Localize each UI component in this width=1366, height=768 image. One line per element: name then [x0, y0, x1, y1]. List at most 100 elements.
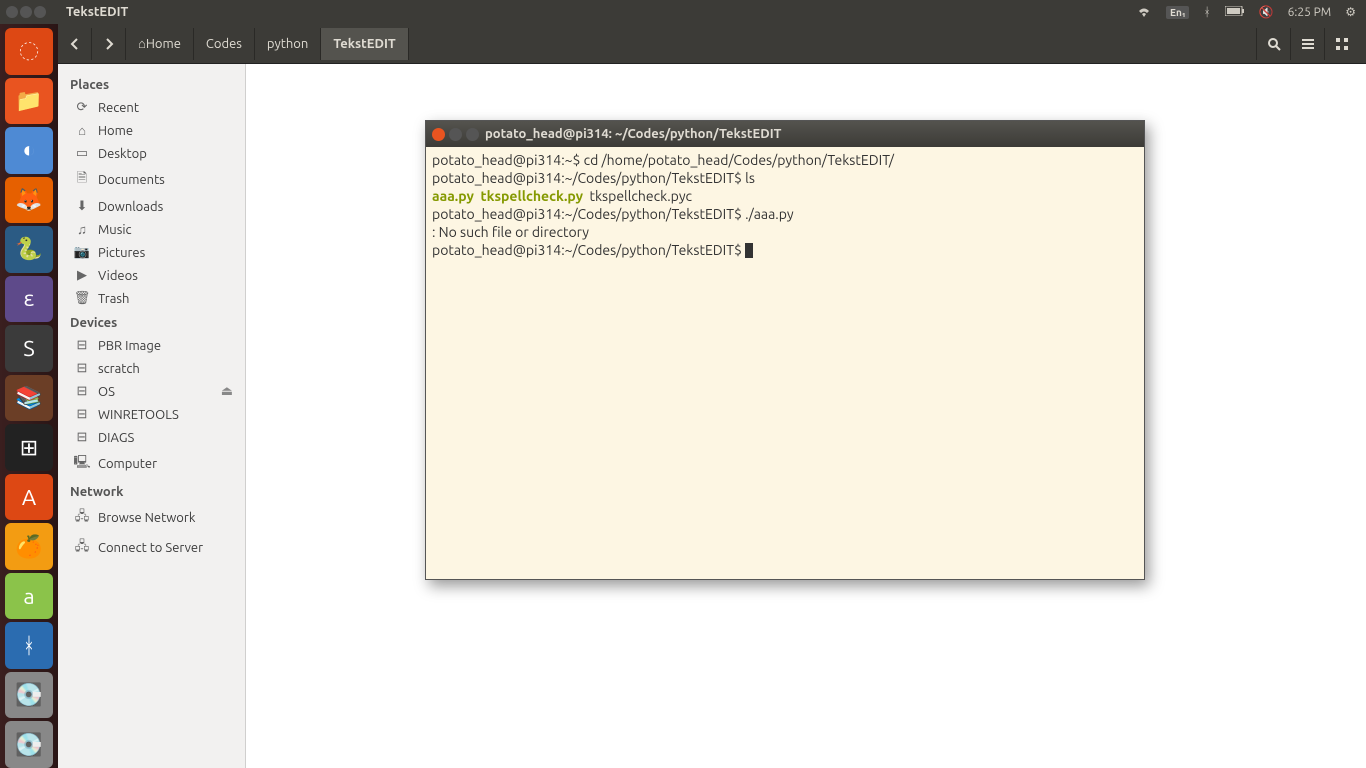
view-list-button[interactable] — [1290, 28, 1324, 60]
device-os[interactable]: ⊟OS⏏ — [58, 380, 245, 403]
volume-icon[interactable]: 🔇 — [1259, 5, 1274, 19]
home-icon: ⌂ — [138, 36, 146, 51]
sidebar-item-label: Pictures — [98, 246, 145, 260]
network-header: Network — [58, 479, 245, 503]
place-trash[interactable]: 🗑 Trash — [58, 287, 245, 310]
device-diags[interactable]: ⊟DIAGS — [58, 426, 245, 449]
unity-launcher: ◌📁◐🦊🐍εS📚⊞A🍊aᚼ💽💽 — [0, 24, 58, 768]
network-icon: 🖧 — [74, 537, 90, 559]
device-icon: ⊟ — [74, 384, 90, 399]
place-icon: ♫ — [74, 222, 90, 237]
place-music[interactable]: ♫ Music — [58, 218, 245, 241]
eject-icon[interactable]: ⏏ — [221, 384, 233, 399]
terminal-line: potato_head@pi314:~/Codes/python/TekstED… — [432, 169, 1138, 187]
view-grid-button[interactable] — [1324, 28, 1358, 60]
terminal-cursor — [745, 243, 753, 258]
place-icon: 🗑 — [74, 291, 90, 306]
launcher-drive1[interactable]: 💽 — [5, 672, 53, 719]
sidebar-item-label: DIAGS — [98, 431, 134, 445]
wifi-icon[interactable] — [1136, 5, 1152, 20]
sidebar-item-label: PBR Image — [98, 339, 161, 353]
place-documents[interactable]: 🗎Documents — [58, 165, 245, 195]
window-controls[interactable] — [6, 6, 46, 18]
launcher-drive2[interactable]: 💽 — [5, 721, 53, 768]
launcher-app[interactable]: a — [5, 573, 53, 620]
sidebar-item-label: scratch — [98, 362, 140, 376]
maximize-icon[interactable] — [34, 6, 46, 18]
launcher-windows[interactable]: ⊞ — [5, 424, 53, 471]
gear-icon[interactable]: ⚙ — [1345, 5, 1356, 19]
device-computer[interactable]: 🖳 Computer — [58, 449, 245, 479]
sidebar-item-label: Music — [98, 223, 132, 237]
files-sidebar: Places ⟳Recent⌂Home▭Desktop🗎Documents⬇Do… — [58, 64, 246, 768]
network-connect-to-server[interactable]: 🖧 Connect to Server — [58, 533, 245, 563]
breadcrumb-python[interactable]: python — [255, 28, 321, 60]
bluetooth-icon[interactable]: ᚼ — [1203, 6, 1210, 19]
terminal-close-icon[interactable] — [432, 128, 445, 141]
terminal-line: potato_head@pi314:~/Codes/python/TekstED… — [432, 205, 1138, 223]
place-icon: 🗎 — [74, 169, 90, 191]
close-icon[interactable] — [6, 6, 18, 18]
app-title: TekstEDIT — [66, 5, 128, 19]
place-desktop[interactable]: ▭Desktop — [58, 142, 245, 165]
place-icon: ⟳ — [74, 100, 90, 115]
place-videos[interactable]: ▶ Videos — [58, 264, 245, 287]
minimize-icon[interactable] — [20, 6, 32, 18]
sidebar-item-label: Computer — [98, 457, 157, 471]
sidebar-item-label: Downloads — [98, 200, 163, 214]
launcher-chromium[interactable]: ◐ — [5, 127, 53, 174]
device-scratch[interactable]: ⊟scratch — [58, 357, 245, 380]
forward-button[interactable] — [92, 28, 126, 60]
launcher-software[interactable]: A — [5, 474, 53, 521]
launcher-books[interactable]: 📚 — [5, 375, 53, 422]
launcher-sublime[interactable]: S — [5, 325, 53, 372]
breadcrumb-home[interactable]: ⌂ Home — [126, 28, 194, 60]
device-icon: ⊟ — [74, 407, 90, 422]
launcher-files[interactable]: 📁 — [5, 78, 53, 125]
sidebar-item-label: Trash — [98, 292, 129, 306]
place-recent[interactable]: ⟳ Recent — [58, 96, 245, 119]
device-icon: 🖳 — [74, 453, 90, 475]
breadcrumb-tekstedit[interactable]: TekstEDIT — [321, 28, 408, 60]
terminal-titlebar[interactable]: potato_head@pi314: ~/Codes/python/TekstE… — [426, 121, 1144, 147]
device-winretools[interactable]: ⊟ WINRETOOLS — [58, 403, 245, 426]
files-toolbar: ⌂ HomeCodespythonTekstEDIT — [58, 24, 1366, 64]
sidebar-item-label: Browse Network — [98, 511, 195, 525]
launcher-python[interactable]: 🐍 — [5, 226, 53, 273]
launcher-firefox[interactable]: 🦊 — [5, 177, 53, 224]
devices-header: Devices — [58, 310, 245, 334]
place-icon: ⬇ — [74, 199, 90, 214]
terminal-line: aaa.py tkspellcheck.py tkspellcheck.pyc — [432, 187, 1138, 205]
network-browse-network[interactable]: 🖧 Browse Network — [58, 503, 245, 533]
sidebar-item-label: Desktop — [98, 147, 147, 161]
terminal-minimize-icon[interactable] — [449, 128, 462, 141]
network-icon: 🖧 — [74, 507, 90, 529]
device-icon: ⊟ — [74, 338, 90, 353]
place-home[interactable]: ⌂Home — [58, 119, 245, 142]
clock[interactable]: 6:25 PM — [1288, 6, 1332, 19]
launcher-emacs[interactable]: ε — [5, 276, 53, 323]
terminal-window[interactable]: potato_head@pi314: ~/Codes/python/TekstE… — [425, 120, 1145, 580]
terminal-maximize-icon[interactable] — [466, 128, 479, 141]
place-icon: ▶ — [74, 268, 90, 283]
place-icon: 📷 — [74, 245, 90, 260]
terminal-title: potato_head@pi314: ~/Codes/python/TekstE… — [485, 127, 781, 141]
terminal-body[interactable]: potato_head@pi314:~$ cd /home/potato_hea… — [426, 147, 1144, 579]
search-button[interactable] — [1256, 28, 1290, 60]
sidebar-item-label: Recent — [98, 101, 139, 115]
top-menubar: TekstEDIT En₁ ᚼ 🔇 6:25 PM ⚙ — [0, 0, 1366, 24]
launcher-clementine[interactable]: 🍊 — [5, 523, 53, 570]
place-downloads[interactable]: ⬇ Downloads — [58, 195, 245, 218]
place-icon: ⌂ — [74, 123, 90, 138]
sidebar-item-label: Videos — [98, 269, 138, 283]
language-indicator[interactable]: En₁ — [1166, 6, 1189, 19]
breadcrumb-codes[interactable]: Codes — [194, 28, 255, 60]
battery-icon[interactable] — [1225, 6, 1245, 19]
sidebar-item-label: WINRETOOLS — [98, 408, 179, 422]
device-pbr-image[interactable]: ⊟ PBR Image — [58, 334, 245, 357]
launcher-bluetooth[interactable]: ᚼ — [5, 622, 53, 669]
sidebar-item-label: Connect to Server — [98, 541, 203, 555]
place-pictures[interactable]: 📷 Pictures — [58, 241, 245, 264]
launcher-dash[interactable]: ◌ — [5, 28, 53, 75]
back-button[interactable] — [58, 28, 92, 60]
